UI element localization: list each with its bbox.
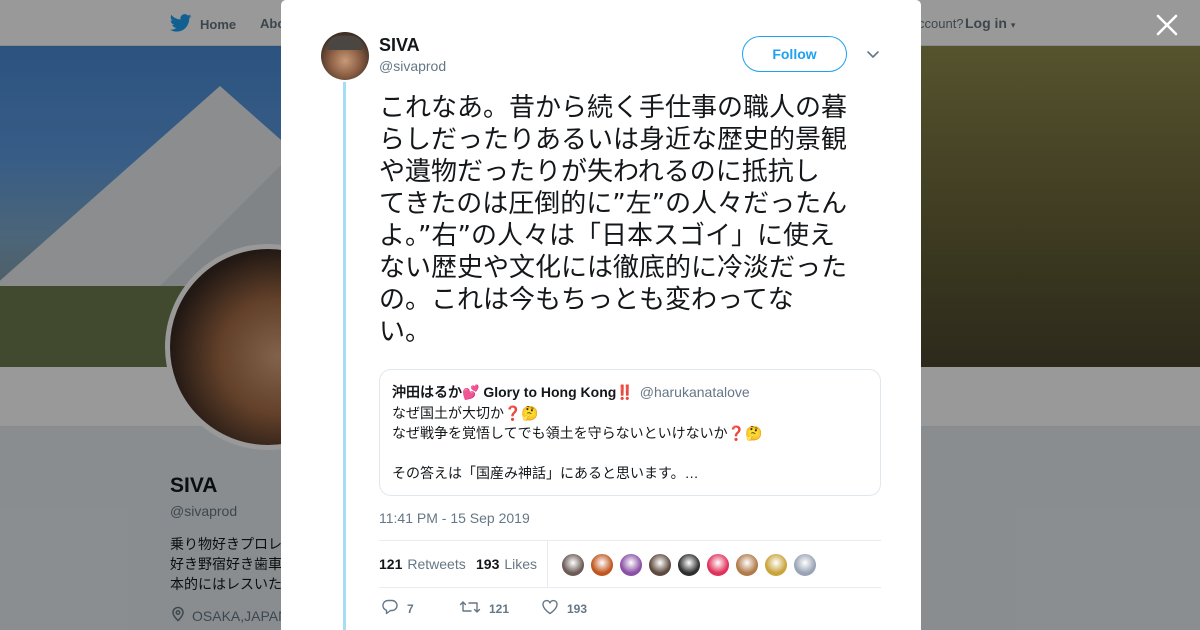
- liker-avatar[interactable]: [677, 553, 701, 577]
- liker-avatar[interactable]: [793, 553, 817, 577]
- liker-avatar[interactable]: [590, 553, 614, 577]
- quoted-tweet-line: [392, 443, 868, 463]
- close-icon[interactable]: [1154, 12, 1180, 38]
- quoted-tweet-header: 沖田はるか💕 Glory to Hong Kong‼️ @harukanatal…: [392, 382, 868, 402]
- reply-icon: [381, 598, 399, 619]
- like-action-count: 193: [567, 601, 588, 616]
- tweet-stats: 121 Retweets 193 Likes: [379, 540, 881, 588]
- reply-count: 7: [407, 601, 414, 616]
- tweet-text-line: てきたのは圧倒的に”左”の人々だったん: [379, 189, 848, 219]
- tweet-actions: 7 121 193: [379, 598, 881, 622]
- thread-line: [343, 82, 346, 630]
- tweet-timestamp[interactable]: 11:41 PM - 15 Sep 2019: [379, 510, 530, 526]
- like-button[interactable]: 193: [541, 598, 587, 619]
- retweet-icon: [459, 598, 481, 619]
- tweet-text-line: これなあ。昔から続く手仕事の職人の暮: [379, 93, 848, 123]
- quoted-tweet-line: その答えは「国産み神話」にあると思います。…: [392, 465, 699, 481]
- tweet-author-handle[interactable]: @sivaprod: [379, 58, 446, 74]
- retweets-count: 121: [379, 556, 403, 572]
- retweets-stat[interactable]: 121 Retweets: [379, 556, 466, 572]
- liker-avatar[interactable]: [619, 553, 643, 577]
- quoted-tweet-line: なぜ国土が大切か❓🤔: [392, 405, 539, 421]
- heart-icon: [541, 598, 559, 619]
- tweet-author-name[interactable]: SIVA: [379, 35, 420, 56]
- retweet-button[interactable]: 121: [459, 598, 509, 619]
- liker-avatar[interactable]: [561, 553, 585, 577]
- tweet-text: これなあ。昔から続く手仕事の職人の暮 らしだったりあるいは身近な歴史的景観 や遺…: [379, 92, 889, 348]
- stats-divider: [547, 541, 548, 588]
- quoted-tweet-author-handle: @harukanatalove: [639, 384, 750, 400]
- likes-label: Likes: [504, 556, 538, 572]
- likes-count: 193: [476, 556, 500, 572]
- tweet-text-line: ない歴史や文化には徹底的に冷淡だった: [379, 253, 848, 283]
- liker-avatar[interactable]: [706, 553, 730, 577]
- quoted-tweet-card[interactable]: 沖田はるか💕 Glory to Hong Kong‼️ @harukanatal…: [379, 369, 881, 496]
- tweet-text-line: らしだったりあるいは身近な歴史的景観: [379, 125, 848, 155]
- liker-avatars: [561, 553, 817, 577]
- follow-button[interactable]: Follow: [742, 36, 847, 72]
- liker-avatar[interactable]: [764, 553, 788, 577]
- liker-avatar[interactable]: [735, 553, 759, 577]
- tweet-author-avatar[interactable]: [321, 32, 369, 80]
- tweet-text-line: や遺物だったりが失われるのに抵抗し: [379, 157, 820, 187]
- tweet-permalink-modal: SIVA @sivaprod Follow これなあ。昔から続く手仕事の職人の暮…: [281, 0, 921, 630]
- liker-avatar[interactable]: [648, 553, 672, 577]
- tweet-text-line: の。これは今もちっとも変わってな: [379, 285, 794, 315]
- tweet-text-line: い。: [379, 317, 432, 347]
- retweets-label: Retweets: [407, 556, 466, 572]
- chevron-down-icon[interactable]: [865, 46, 881, 62]
- retweet-action-count: 121: [489, 601, 510, 616]
- tweet-text-line: よ。”右”の人々は「日本スゴイ」に使え: [379, 221, 835, 251]
- reply-button[interactable]: 7: [381, 598, 414, 619]
- quoted-tweet-line: なぜ戦争を覚悟してでも領土を守らないといけないか❓🤔: [392, 425, 763, 441]
- likes-stat[interactable]: 193 Likes: [476, 556, 537, 572]
- quoted-tweet-text: なぜ国土が大切か❓🤔 なぜ戦争を覚悟してでも領土を守らないといけないか❓🤔 その…: [392, 403, 868, 483]
- quoted-tweet-author-name: 沖田はるか💕 Glory to Hong Kong‼️: [392, 384, 634, 400]
